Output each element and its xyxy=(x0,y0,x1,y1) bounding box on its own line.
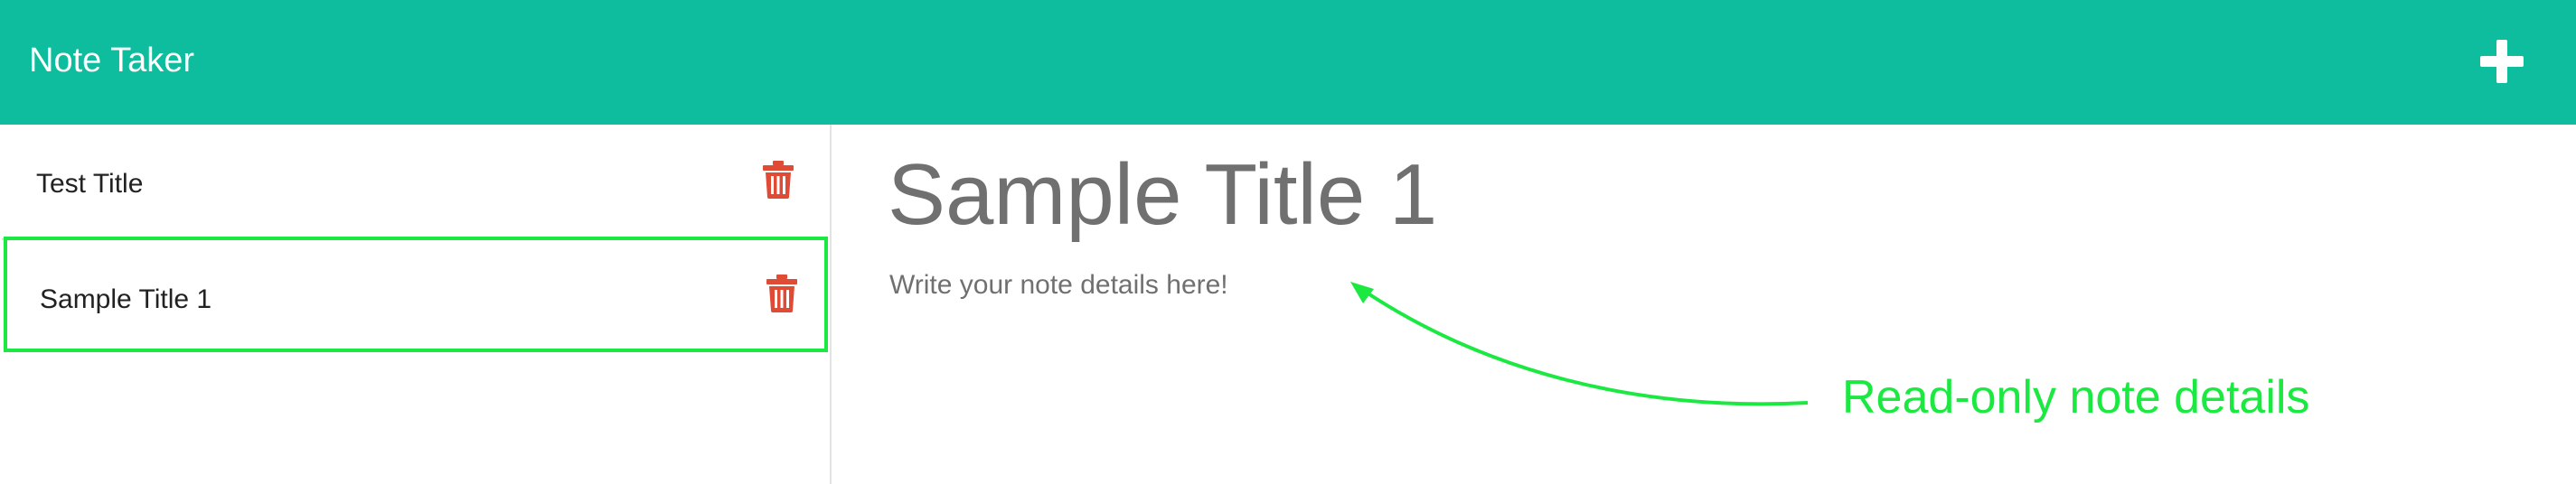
delete-note-button[interactable] xyxy=(763,161,794,199)
note-list-item-title: Test Title xyxy=(36,169,144,199)
annotation-arrow xyxy=(1350,282,1809,406)
plus-icon xyxy=(2480,40,2524,83)
note-list-item-selected[interactable]: Sample Title 1 xyxy=(4,237,828,352)
trash-icon xyxy=(766,275,797,312)
note-list: Test Title Sample Title 1 xyxy=(0,125,832,484)
note-body-display: Write your note details here! xyxy=(889,270,1228,300)
trash-icon xyxy=(763,161,794,199)
note-list-item[interactable]: Test Title xyxy=(2,128,828,240)
note-list-item-title: Sample Title 1 xyxy=(40,284,212,314)
note-title-display: Sample Title 1 xyxy=(888,146,1438,243)
navbar: Note Taker xyxy=(0,0,2576,125)
annotation-label: Read-only note details xyxy=(1842,371,2310,424)
add-note-button[interactable] xyxy=(2477,36,2527,87)
app-brand[interactable]: Note Taker xyxy=(29,38,194,83)
delete-note-button[interactable] xyxy=(766,275,797,312)
